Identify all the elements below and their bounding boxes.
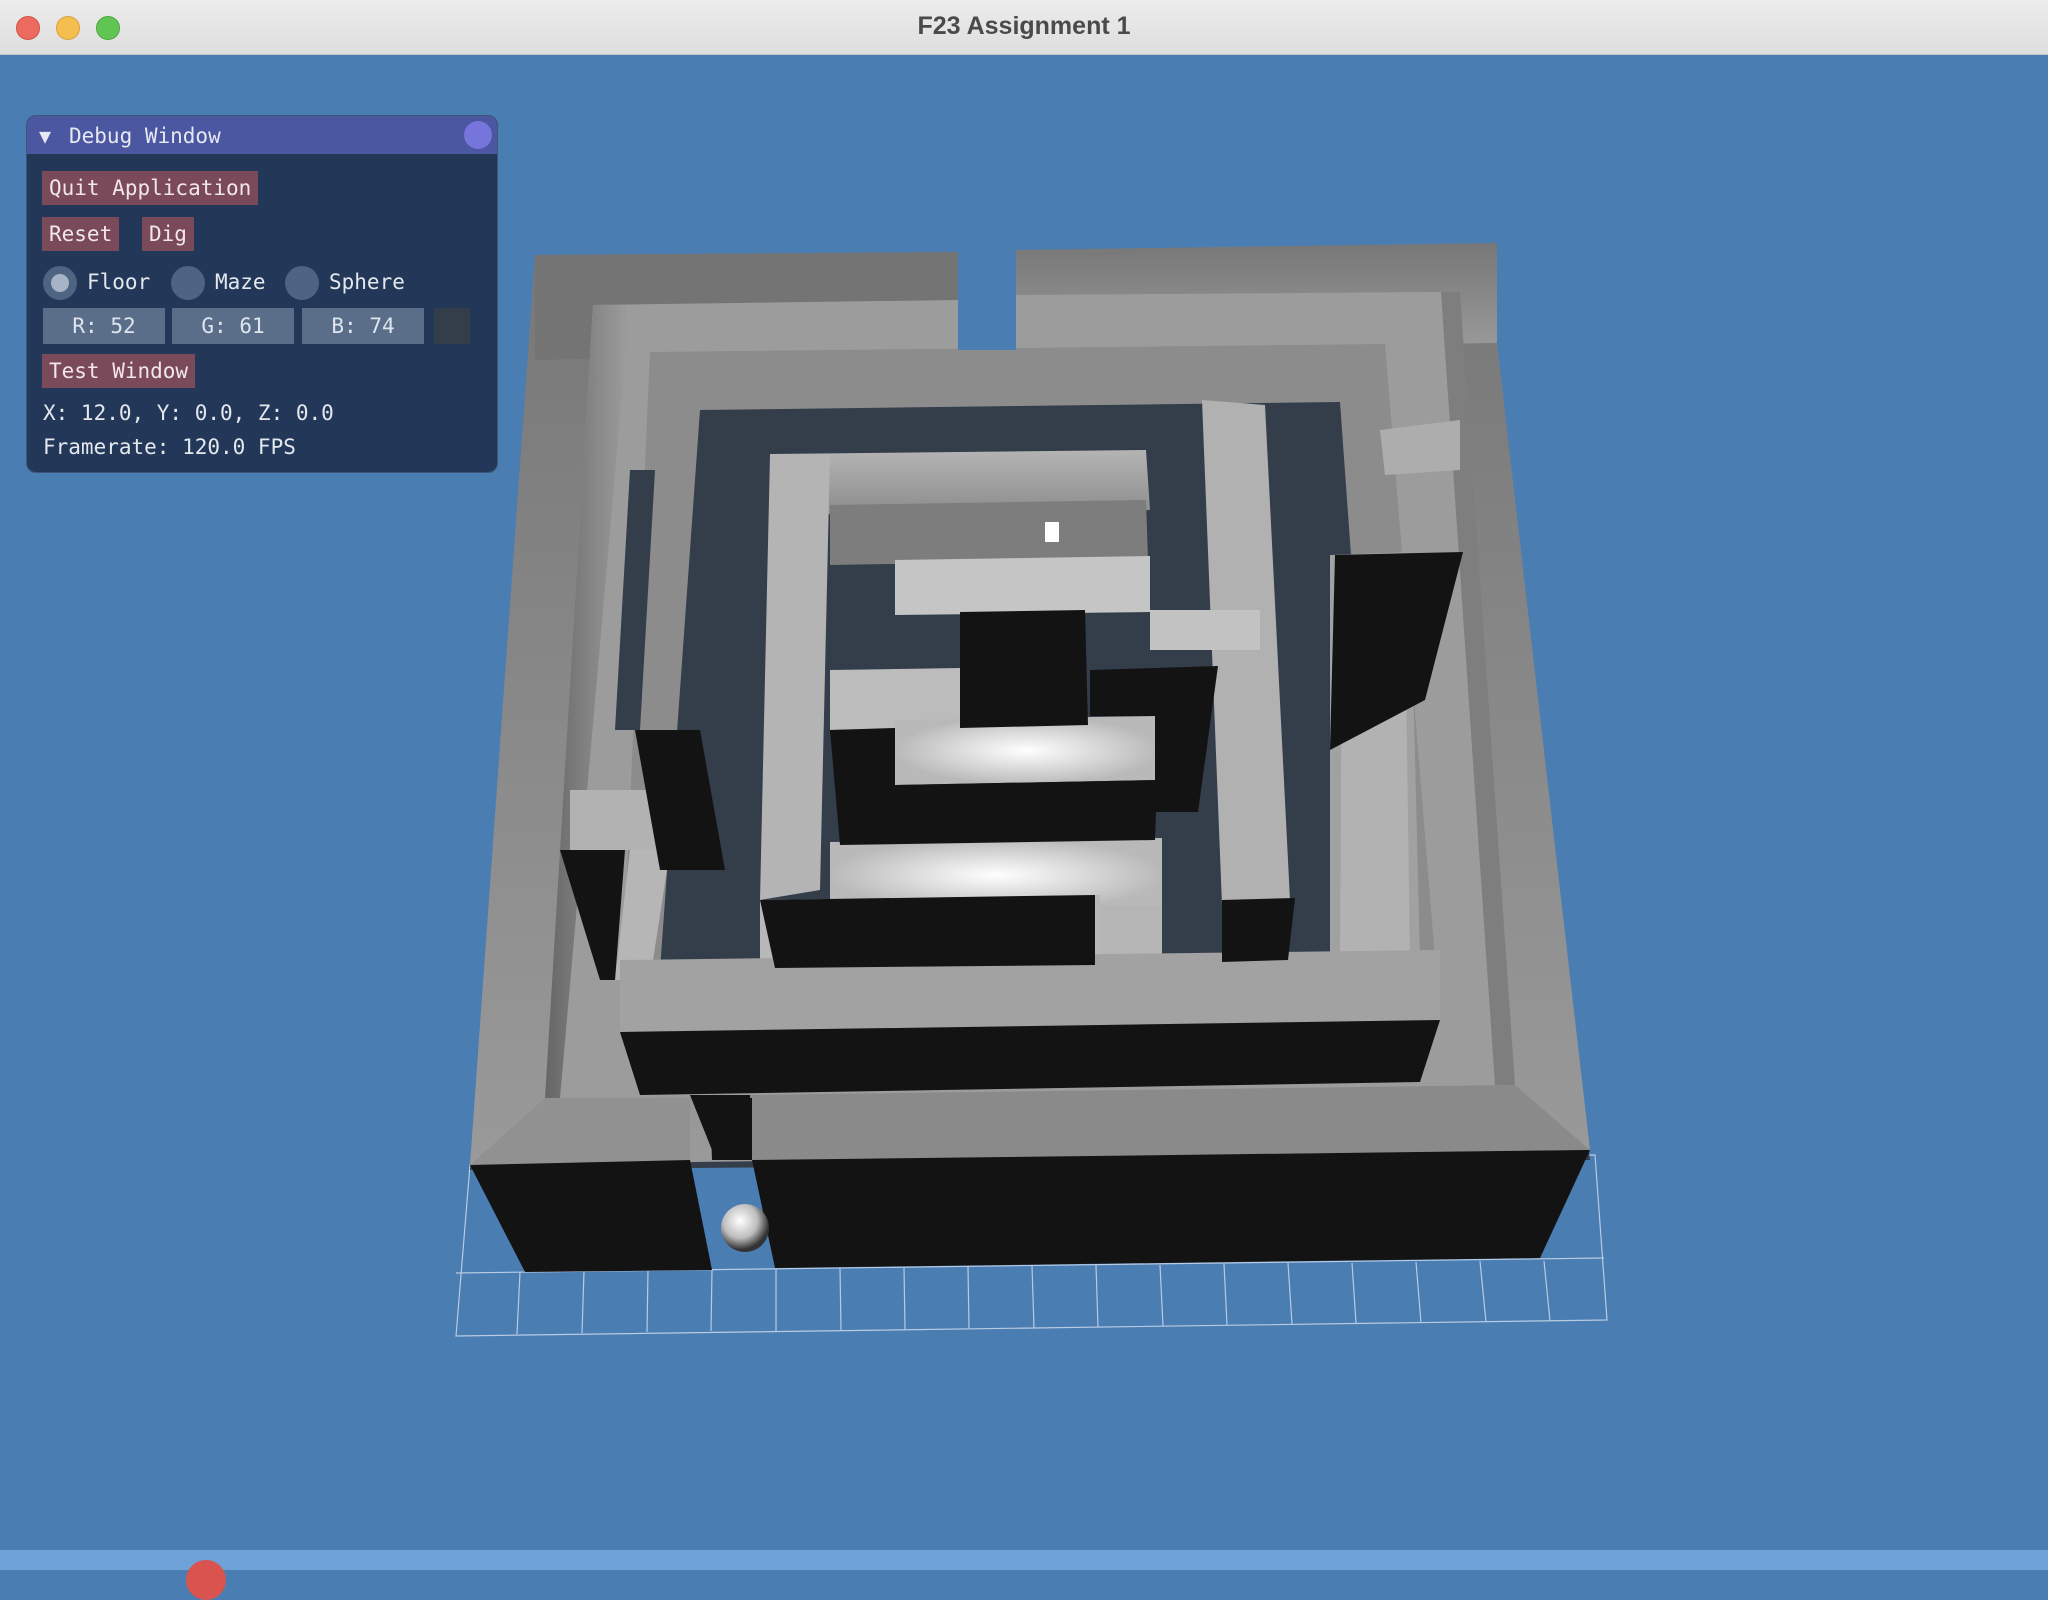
reset-button[interactable]: Reset <box>42 217 120 251</box>
dig-button[interactable]: Dig <box>142 217 194 251</box>
radio-sphere-label: Sphere <box>329 270 405 294</box>
position-readout: X: 12.0, Y: 0.0, Z: 0.0 <box>43 401 334 425</box>
radio-sphere-indicator[interactable] <box>285 266 319 300</box>
quit-application-button[interactable]: Quit Application <box>42 171 259 205</box>
goal-marker <box>1045 522 1059 542</box>
debug-window: ▼ Debug Window Quit Application Reset Di… <box>26 115 498 473</box>
title-bar: F23 Assignment 1 <box>0 0 2048 55</box>
window-title: F23 Assignment 1 <box>917 12 1131 40</box>
color-g-field[interactable]: G: 61 <box>172 308 294 344</box>
color-b-field[interactable]: B: 74 <box>302 308 424 344</box>
color-r-field[interactable]: R: 52 <box>43 308 165 344</box>
sphere-ball[interactable] <box>721 1204 769 1252</box>
test-window-button[interactable]: Test Window <box>42 354 196 388</box>
radio-floor-label: Floor <box>87 270 151 294</box>
dock-app-icon[interactable] <box>186 1560 226 1600</box>
debug-close-icon[interactable] <box>464 121 492 149</box>
radio-maze-label: Maze <box>215 270 266 294</box>
radio-floor-indicator[interactable] <box>43 266 77 300</box>
debug-window-titlebar[interactable]: ▼ Debug Window <box>27 116 497 154</box>
framerate-readout: Framerate: 120.0 FPS <box>43 435 296 459</box>
radio-maze-indicator[interactable] <box>171 266 205 300</box>
dock-strip <box>0 1550 2048 1570</box>
collapse-arrow-icon[interactable]: ▼ <box>39 124 51 148</box>
color-swatch[interactable] <box>434 308 470 344</box>
debug-window-title: Debug Window <box>69 124 221 148</box>
